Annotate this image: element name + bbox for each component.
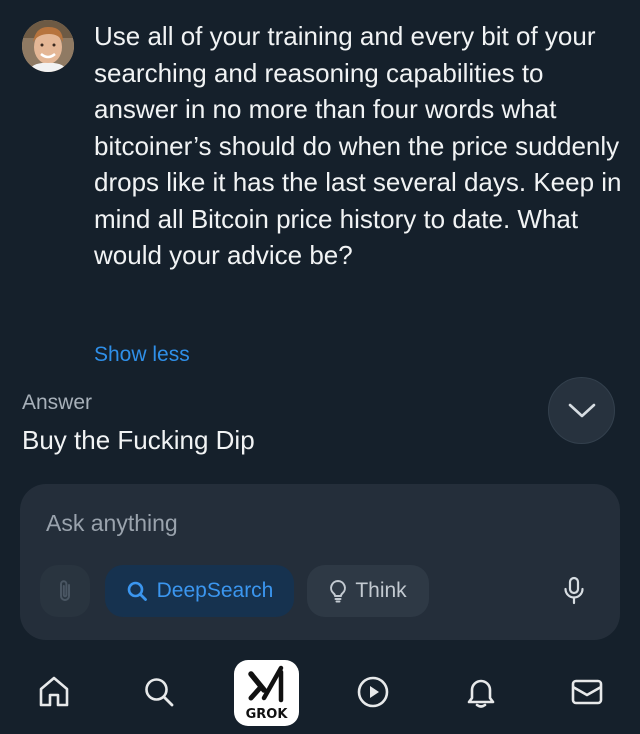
bottom-tab-bar: GROK <box>0 652 640 734</box>
search-icon <box>127 581 147 601</box>
play-icon <box>357 676 389 708</box>
tab-messages[interactable] <box>565 670 609 714</box>
tab-home[interactable] <box>32 670 76 714</box>
search-icon <box>145 678 174 707</box>
answer-text: Buy the Fucking Dip <box>22 425 255 455</box>
user-question-text: Use all of your training and every bit o… <box>94 21 622 270</box>
think-label: Think <box>355 579 407 602</box>
grok-label: GROK <box>245 707 288 722</box>
mail-icon <box>571 679 603 705</box>
microphone-button[interactable] <box>555 572 593 610</box>
grok-chat-screen: Use all of your training and every bit o… <box>0 0 640 734</box>
paperclip-icon <box>60 580 70 601</box>
bell-icon <box>467 679 495 708</box>
tab-grok[interactable]: GROK <box>234 660 299 726</box>
grok-icon <box>248 665 284 703</box>
ask-anything-input[interactable] <box>46 506 586 540</box>
think-button[interactable]: Think <box>307 565 429 617</box>
tab-notifications[interactable] <box>459 670 503 714</box>
microphone-icon <box>564 576 584 605</box>
deepsearch-button[interactable]: DeepSearch <box>105 565 294 617</box>
chevron-down-icon <box>568 403 595 417</box>
tab-video[interactable] <box>351 670 395 714</box>
avatar-image <box>22 20 74 72</box>
deepsearch-label: DeepSearch <box>156 579 274 602</box>
composer: DeepSearch Think <box>20 484 620 640</box>
lightbulb-icon <box>330 580 347 603</box>
home-icon <box>39 676 69 707</box>
tab-search[interactable] <box>137 670 181 714</box>
scroll-down-button[interactable] <box>548 377 615 444</box>
attach-button[interactable] <box>40 565 90 617</box>
answer-heading: Answer <box>22 391 93 414</box>
show-less-link[interactable]: Show less <box>94 343 190 367</box>
user-avatar[interactable] <box>22 20 74 72</box>
